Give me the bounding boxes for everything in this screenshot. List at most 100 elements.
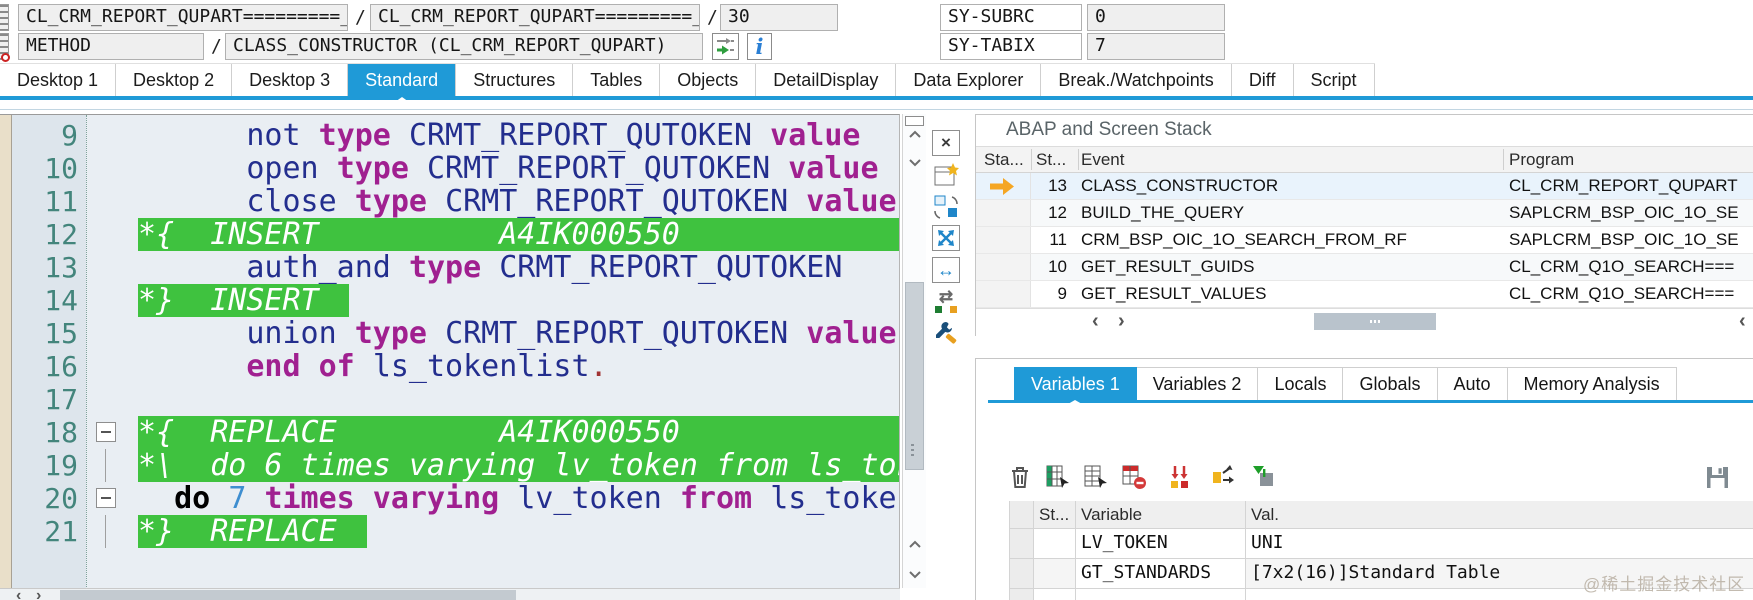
stack-row[interactable]: 13 CLASS_CONSTRUCTOR CL_CRM_REPORT_QUPART: [976, 173, 1753, 200]
scroll-down-icon[interactable]: [908, 570, 922, 579]
variables-tab-memory-analysis[interactable]: Memory Analysis: [1507, 367, 1677, 400]
desktop-tab-data-explorer[interactable]: Data Explorer: [896, 64, 1042, 97]
select-column-icon[interactable]: [1044, 463, 1072, 491]
scroll-up-icon[interactable]: [908, 540, 922, 549]
stack-status-cell: [976, 227, 1031, 253]
list-icon: [0, 4, 9, 31]
editor-horizontal-scrollbar[interactable]: ‹ ›: [0, 588, 900, 600]
sy-subrc-value[interactable]: 0: [1087, 4, 1225, 31]
desktop-tab-desktop-1[interactable]: Desktop 1: [0, 64, 117, 97]
close-session-icon[interactable]: ×: [932, 130, 960, 156]
maximize-icon[interactable]: [932, 225, 960, 251]
desktop-tab-desktop-3[interactable]: Desktop 3: [232, 64, 349, 97]
scroll-left-icon[interactable]: ‹: [1739, 310, 1746, 333]
filter-icon[interactable]: [1250, 463, 1278, 491]
code-line-text: *{ REPLACE A4IK000550: [138, 416, 899, 449]
scrollbar-thumb[interactable]: [60, 590, 516, 600]
scrollbar-thumb[interactable]: [905, 282, 924, 470]
scroll-right-icon[interactable]: ›: [1118, 310, 1125, 333]
variables-tabs: Variables 1 Variables 2 Locals Globals Auto M…: [1014, 367, 1677, 400]
line-number: 17: [44, 383, 78, 416]
variable-name[interactable]: LV_TOKEN: [1076, 529, 1246, 559]
table-row[interactable]: LV_TOKEN UNI: [1010, 529, 1753, 559]
modification-highlight: *} INSERT: [138, 284, 349, 317]
code-line-text: not type CRMT_REPORT_QUTOKEN value: [246, 119, 861, 152]
stack-horizontal-scrollbar[interactable]: ‹ › ‹: [976, 308, 1753, 336]
stack-event: GET_RESULT_GUIDS: [1081, 257, 1255, 276]
stack-program: SAPLCRM_BSP_OIC_1O_SE: [1509, 203, 1739, 222]
info-icon[interactable]: i: [747, 33, 772, 60]
desktop-tab-break-watchpoints[interactable]: Break./Watchpoints: [1041, 64, 1232, 97]
variable-value[interactable]: UNI: [1246, 529, 1753, 559]
column-header[interactable]: Val.: [1246, 501, 1753, 529]
stack-level: 9: [1057, 284, 1067, 303]
column-header[interactable]: Program: [1509, 147, 1574, 172]
variables-tab-variables-1[interactable]: Variables 1: [1014, 367, 1137, 400]
desktop-tab-structures[interactable]: Structures: [456, 64, 574, 97]
variables-tab-globals[interactable]: Globals: [1343, 367, 1438, 400]
desktop-tab-detaildisplay[interactable]: DetailDisplay: [756, 64, 897, 97]
event-name-field[interactable]: CLASS_CONSTRUCTOR (CL_CRM_REPORT_QUPART): [225, 33, 703, 60]
tools-icon[interactable]: [932, 320, 960, 346]
desktop-tab-desktop-2[interactable]: Desktop 2: [116, 64, 233, 97]
column-header[interactable]: St...: [1036, 147, 1066, 172]
modification-highlight: *\ do 6 times varying lv_token from ls_t…: [138, 449, 899, 482]
scrollbar-grip[interactable]: [911, 444, 914, 458]
code-editor[interactable]: 9 not type CRMT_REPORT_QUTOKEN value 10 o…: [0, 114, 900, 588]
column-header[interactable]: Variable: [1076, 501, 1246, 529]
move-row-icon[interactable]: [1208, 463, 1236, 491]
column-header[interactable]: Event: [1081, 147, 1124, 172]
scroll-down-icon[interactable]: [908, 158, 922, 167]
stack-panel-title: ABAP and Screen Stack: [1006, 119, 1212, 140]
scroll-left-icon[interactable]: ‹: [16, 588, 21, 600]
variables-tab-variables-2[interactable]: Variables 2: [1136, 367, 1259, 400]
separator: /: [355, 7, 366, 28]
source-line-field[interactable]: 30: [720, 4, 838, 31]
split-handle[interactable]: [905, 116, 924, 126]
select-row-icon[interactable]: [1082, 463, 1110, 491]
scroll-up-icon[interactable]: [908, 130, 922, 139]
desktop-tab-script[interactable]: Script: [1293, 64, 1375, 97]
sy-tabix-value[interactable]: 7: [1087, 33, 1225, 60]
scroll-right-icon[interactable]: ›: [36, 588, 41, 600]
stack-row[interactable]: 10 GET_RESULT_GUIDS CL_CRM_Q1O_SEARCH===: [976, 254, 1753, 281]
variable-name[interactable]: GT_STANDARDS: [1076, 559, 1246, 589]
stack-row[interactable]: 12 BUILD_THE_QUERY SAPLCRM_BSP_OIC_1O_SE: [976, 200, 1753, 227]
remove-row-icon[interactable]: [1120, 463, 1148, 491]
step-into-icon[interactable]: [712, 33, 739, 60]
line-number: 19: [44, 449, 78, 482]
variables-tab-locals[interactable]: Locals: [1258, 367, 1344, 400]
fit-width-icon[interactable]: ↔: [932, 257, 960, 283]
code-line-10: 10 open type CRMT_REPORT_QUTOKEN value: [0, 152, 899, 185]
scroll-left-icon[interactable]: ‹: [1092, 310, 1099, 333]
include-program-field[interactable]: CL_CRM_REPORT_QUPART=========_: [370, 4, 700, 31]
line-number: 18: [44, 416, 78, 449]
delete-icon[interactable]: [1006, 463, 1034, 491]
column-header[interactable]: Sta...: [984, 147, 1024, 172]
fold-collapse-icon[interactable]: [96, 488, 116, 508]
line-number: 16: [44, 350, 78, 383]
new-session-icon[interactable]: [932, 162, 960, 188]
editor-vertical-scrollbar[interactable]: [902, 114, 926, 588]
stack-row[interactable]: 11 CRM_BSP_OIC_1O_SEARCH_FROM_RF SAPLCRM_B…: [976, 227, 1753, 254]
save-icon[interactable]: [1703, 463, 1731, 491]
event-type-field[interactable]: METHOD: [18, 33, 204, 60]
variables-tab-auto[interactable]: Auto: [1437, 367, 1508, 400]
desktop-tab-objects[interactable]: Objects: [660, 64, 757, 97]
column-header[interactable]: St...: [1034, 501, 1076, 529]
abap-debugger-window: CL_CRM_REPORT_QUPART=========_ / CL_CRM_…: [0, 0, 1753, 600]
desktop-tab-tables[interactable]: Tables: [573, 64, 661, 97]
fold-collapse-icon[interactable]: [96, 422, 116, 442]
watermark: @稀土掘金技术社区: [1583, 575, 1746, 594]
stack-row[interactable]: 9 GET_RESULT_VALUES CL_CRM_Q1O_SEARCH===: [976, 281, 1753, 308]
insert-row-icon[interactable]: [1166, 463, 1194, 491]
main-program-field[interactable]: CL_CRM_REPORT_QUPART=========_: [18, 4, 348, 31]
scrollbar-thumb[interactable]: [1314, 313, 1436, 330]
line-number: 11: [44, 185, 78, 218]
swap-session-icon[interactable]: [932, 194, 960, 220]
code-line-text: do 7 times varying lv_token from ls_toke…: [174, 482, 899, 515]
desktop-tab-standard[interactable]: Standard: [348, 64, 457, 97]
desktop-tab-diff[interactable]: Diff: [1231, 64, 1294, 97]
compare-icon[interactable]: ⇄: [932, 288, 960, 314]
code-line-text: *} REPLACE: [138, 515, 899, 548]
